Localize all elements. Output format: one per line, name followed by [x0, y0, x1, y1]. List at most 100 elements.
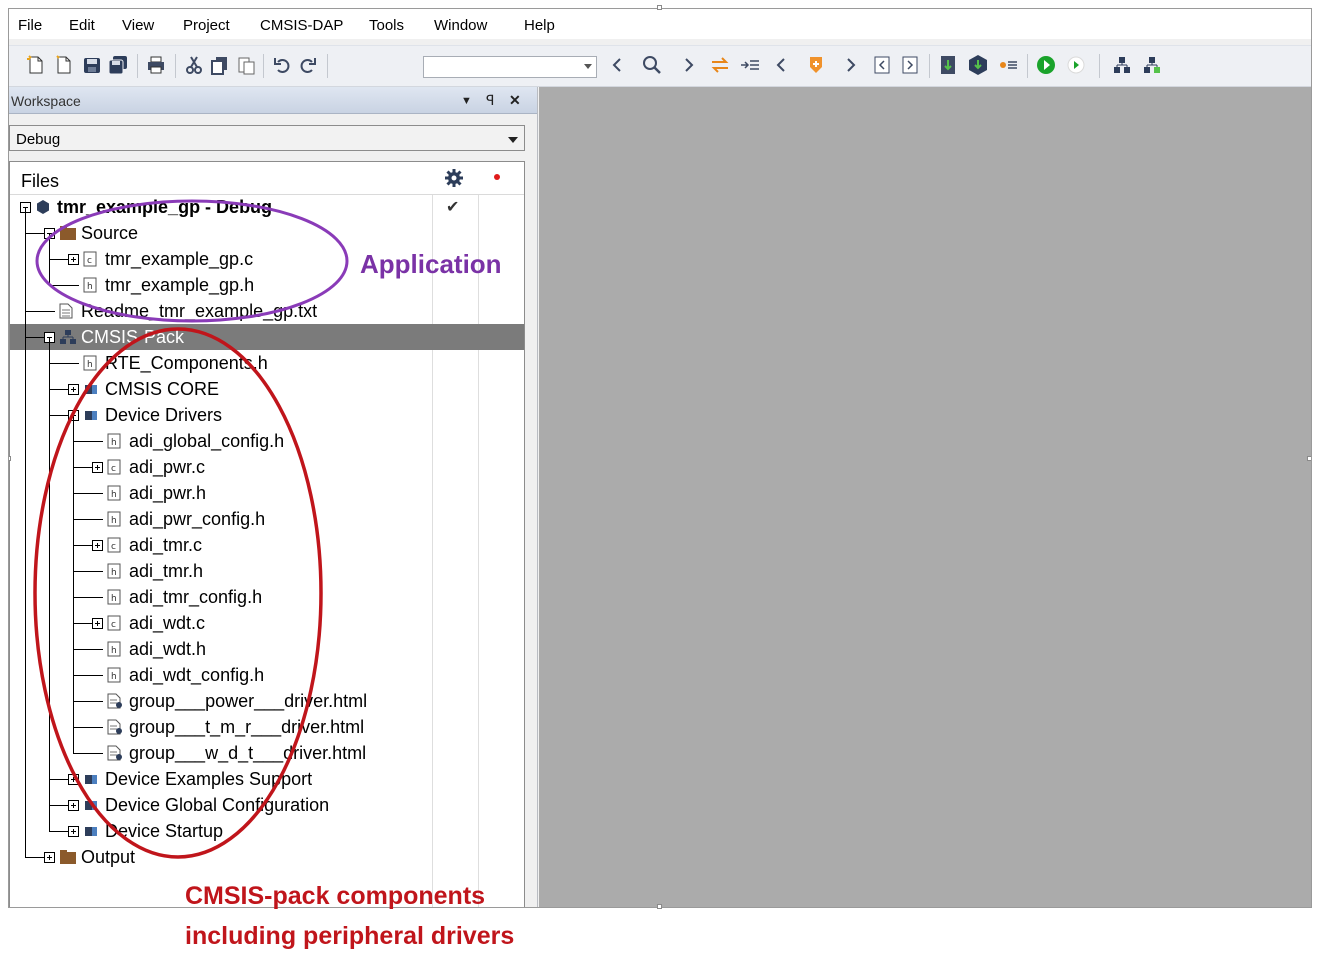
configuration-value: Debug — [16, 131, 61, 148]
paste-icon[interactable] — [235, 54, 257, 76]
component-icon — [83, 771, 99, 787]
component-icon — [83, 797, 99, 813]
run-icon[interactable] — [1065, 54, 1087, 76]
tree-item[interactable]: Readme_tmr_example_gp.txt — [10, 298, 524, 324]
menu-window[interactable]: Window — [434, 17, 487, 34]
expand-icon[interactable] — [68, 826, 79, 837]
find-combo[interactable] — [423, 56, 597, 78]
toggle-bookmark-icon[interactable] — [709, 54, 731, 76]
panel-menu-icon[interactable]: ▼ — [461, 95, 472, 107]
compile-icon[interactable] — [937, 54, 959, 76]
manage-components-icon[interactable] — [1141, 54, 1163, 76]
component-icon — [83, 407, 99, 423]
tree-item[interactable]: group___power___driver.html — [10, 688, 524, 714]
h-file-icon: h — [107, 485, 121, 501]
stop-build-icon[interactable] — [997, 54, 1019, 76]
tree-item[interactable]: h adi_global_config.h — [10, 428, 524, 454]
new-file-icon[interactable] — [25, 54, 47, 76]
tree-item[interactable]: Device Examples Support — [10, 766, 524, 792]
tree-item[interactable]: Device Drivers — [10, 402, 524, 428]
tree-item[interactable]: h adi_pwr.h — [10, 480, 524, 506]
expand-icon[interactable] — [68, 800, 79, 811]
next-icon[interactable] — [839, 54, 861, 76]
svg-text:h: h — [111, 490, 117, 500]
menu-bar: File Edit View Project CMSIS-DAP Tools W… — [9, 9, 1311, 39]
tree-item[interactable]: tmr_example_gp - Debug ✔ — [10, 194, 524, 220]
expand-icon[interactable] — [92, 540, 103, 551]
save-all-icon[interactable] — [107, 54, 129, 76]
svg-text:c: c — [111, 620, 116, 630]
go-to-next-icon[interactable] — [899, 54, 921, 76]
copy-icon[interactable] — [209, 54, 231, 76]
tree-item-label: adi_wdt_config.h — [129, 665, 265, 685]
configuration-select[interactable]: Debug — [9, 125, 525, 151]
navigate-forward-icon[interactable] — [677, 54, 699, 76]
next-bookmark-icon[interactable] — [739, 54, 761, 76]
tree-item[interactable]: group___w_d_t___driver.html — [10, 740, 524, 766]
workspace-header: Workspace ▼ ꟼ ✕ — [9, 87, 537, 114]
tree-item[interactable]: h adi_wdt.h — [10, 636, 524, 662]
cmsis-pack-icon — [59, 329, 77, 345]
menu-cmsis-dap[interactable]: CMSIS-DAP — [260, 17, 343, 34]
download-icon[interactable] — [967, 54, 989, 76]
tree-item[interactable]: h adi_wdt_config.h — [10, 662, 524, 688]
find-icon[interactable] — [641, 54, 663, 76]
redo-icon[interactable] — [297, 54, 319, 76]
component-icon — [83, 823, 99, 839]
tree-item[interactable]: group___t_m_r___driver.html — [10, 714, 524, 740]
svg-text:c: c — [111, 542, 116, 552]
tree-item[interactable]: Device Startup — [10, 818, 524, 844]
manage-packs-icon[interactable] — [1111, 54, 1133, 76]
menu-edit[interactable]: Edit — [69, 17, 95, 34]
tree-item[interactable]: h adi_tmr.h — [10, 558, 524, 584]
tree-item[interactable]: c adi_wdt.c — [10, 610, 524, 636]
pin-icon[interactable]: ꟼ — [486, 92, 494, 109]
tree-guide-line — [73, 415, 74, 753]
tree-item[interactable]: Source — [10, 220, 524, 246]
breakpoint-icon[interactable] — [805, 54, 827, 76]
print-icon[interactable] — [145, 54, 167, 76]
expand-icon[interactable] — [92, 618, 103, 629]
tree-item[interactable]: c adi_pwr.c — [10, 454, 524, 480]
save-icon[interactable] — [81, 54, 103, 76]
ide-window: File Edit View Project CMSIS-DAP Tools W… — [8, 8, 1312, 908]
tree-item-label: tmr_example_gp.c — [105, 249, 254, 269]
status-dot-icon — [494, 174, 500, 180]
cut-icon[interactable] — [183, 54, 205, 76]
h-file-icon: h — [107, 433, 121, 449]
undo-icon[interactable] — [271, 54, 293, 76]
go-to-previous-icon[interactable] — [871, 54, 893, 76]
tree-item[interactable]: Output — [10, 844, 524, 870]
tree-item-label: adi_tmr.c — [129, 535, 203, 555]
close-icon[interactable]: ✕ — [509, 92, 521, 109]
expand-icon[interactable] — [68, 774, 79, 785]
svg-text:h: h — [87, 360, 93, 370]
expand-icon[interactable] — [44, 852, 55, 863]
cmsis-annotation: CMSIS-pack components including peripher… — [185, 876, 514, 956]
tree-item[interactable]: c adi_tmr.c — [10, 532, 524, 558]
workspace-panel: Workspace ▼ ꟼ ✕ Debug Files tmr_example_… — [9, 87, 538, 907]
menu-help[interactable]: Help — [524, 17, 555, 34]
menu-project[interactable]: Project — [183, 17, 230, 34]
open-file-icon[interactable] — [53, 54, 75, 76]
debug-icon[interactable] — [1035, 54, 1057, 76]
tree-item[interactable]: Device Global Configuration — [10, 792, 524, 818]
expand-icon[interactable] — [68, 254, 79, 265]
tree-item[interactable]: CMSIS CORE — [10, 376, 524, 402]
tree-item[interactable]: CMSIS-Pack — [10, 324, 524, 350]
text-file-icon — [59, 303, 73, 319]
component-icon — [83, 381, 99, 397]
tree-item[interactable]: h adi_tmr_config.h — [10, 584, 524, 610]
menu-tools[interactable]: Tools — [369, 17, 404, 34]
navigate-back-icon[interactable] — [607, 54, 629, 76]
menu-view[interactable]: View — [122, 17, 154, 34]
previous-icon[interactable] — [771, 54, 793, 76]
gear-icon[interactable] — [444, 168, 464, 188]
tree-item-label: Source — [81, 223, 139, 243]
tree-item[interactable]: h adi_pwr_config.h — [10, 506, 524, 532]
tree-item[interactable]: h RTE_Components.h — [10, 350, 524, 376]
expand-icon[interactable] — [68, 384, 79, 395]
menu-file[interactable]: File — [18, 17, 42, 34]
tree-guide-line — [49, 233, 50, 285]
expand-icon[interactable] — [92, 462, 103, 473]
